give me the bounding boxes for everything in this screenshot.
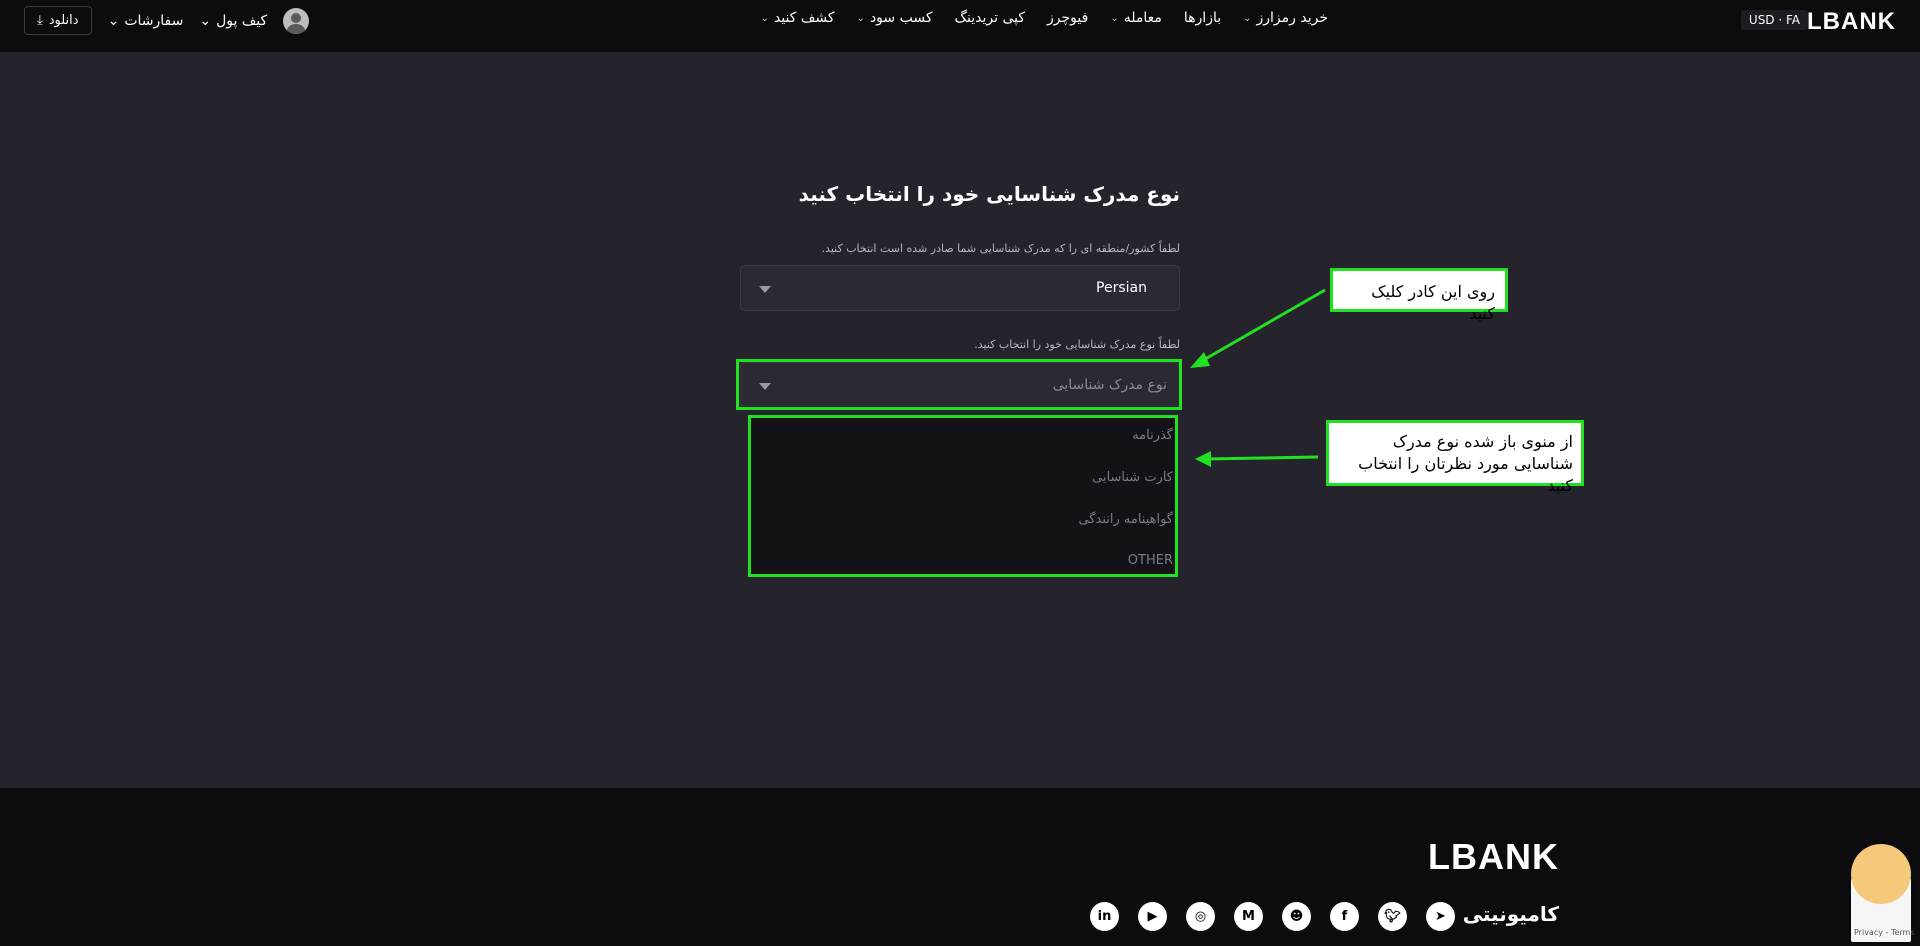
- chat-support-button[interactable]: [1851, 844, 1911, 904]
- arrow-head-2: [1195, 451, 1211, 467]
- linkedin-icon[interactable]: in: [1090, 902, 1119, 931]
- community-label: کامیونیتی: [1462, 902, 1559, 926]
- facebook-icon[interactable]: f: [1330, 902, 1359, 931]
- instagram-icon[interactable]: ◎: [1186, 902, 1215, 931]
- arrow-line-1: [1199, 288, 1326, 364]
- callout-text-line1: از منوی باز شده نوع مدرک: [1392, 432, 1573, 451]
- social-links: in ▶ ◎ M ☻ f 🐦︎ ➤: [1090, 902, 1455, 931]
- twitter-icon[interactable]: 🐦︎: [1378, 902, 1407, 931]
- youtube-icon[interactable]: ▶: [1138, 902, 1167, 931]
- telegram-icon[interactable]: ➤: [1426, 902, 1455, 931]
- footer: [0, 788, 1920, 946]
- recaptcha-text[interactable]: Privacy - Terms: [1854, 928, 1915, 937]
- arrow-line-2: [1204, 455, 1319, 461]
- arrow-head-1: [1190, 352, 1210, 368]
- callout-select-option: از منوی باز شده نوع مدرک شناسایی مورد نظ…: [1326, 420, 1584, 495]
- medium-icon[interactable]: M: [1234, 902, 1263, 931]
- callout-click-box: روی این کادر کلیک کنید: [1330, 268, 1508, 323]
- callout-text-line2: شناسایی مورد نظرتان را انتخاب کنید: [1358, 454, 1573, 495]
- reddit-icon[interactable]: ☻: [1282, 902, 1311, 931]
- footer-logo: LBANK: [1428, 836, 1559, 877]
